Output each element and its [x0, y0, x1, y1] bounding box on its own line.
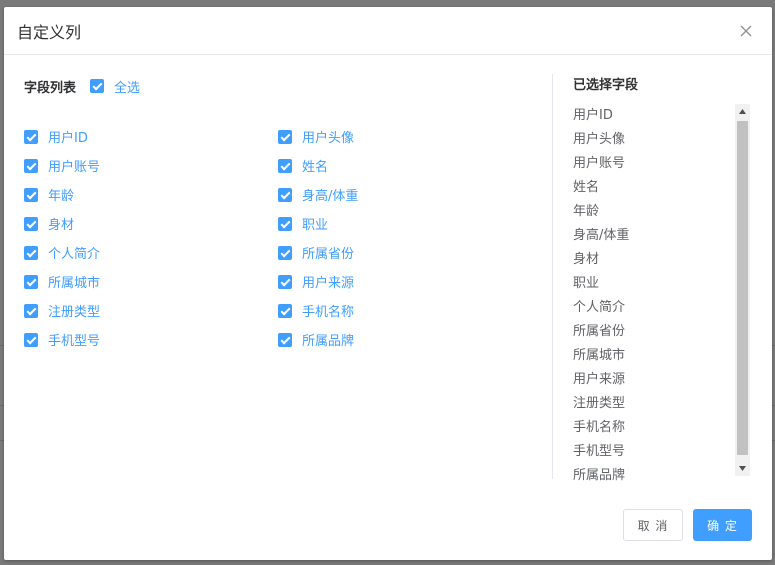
selected-field-item: 用户ID	[573, 108, 613, 123]
field-label: 用户来源	[302, 276, 355, 291]
field-checkbox[interactable]: 注册类型	[24, 296, 264, 325]
scroll-up-icon[interactable]	[735, 104, 750, 119]
select-all-checkbox[interactable]: 全选	[90, 77, 140, 96]
selected-field-item: 用户账号	[573, 156, 626, 171]
field-checkbox[interactable]: 所属省份	[278, 238, 518, 267]
field-checkbox[interactable]: 用户来源	[278, 267, 518, 296]
field-label: 手机名称	[302, 305, 355, 320]
checkbox-checked-icon	[278, 332, 292, 347]
field-checkbox[interactable]: 所属城市	[24, 267, 264, 296]
checkbox-checked-icon	[24, 129, 38, 144]
selected-list-scrollbar[interactable]	[735, 104, 750, 476]
dialog-title: 自定义列	[17, 23, 82, 42]
field-checkbox[interactable]: 所属品牌	[278, 325, 518, 354]
field-checkbox[interactable]: 姓名	[278, 151, 518, 180]
checkbox-checked-icon	[24, 216, 38, 231]
field-label: 姓名	[302, 160, 329, 175]
field-checkbox[interactable]: 手机型号	[24, 325, 264, 354]
selected-field-item: 用户来源	[573, 372, 626, 387]
selected-field-item: 年龄	[573, 204, 600, 219]
selected-field-item: 身高/体重	[573, 228, 630, 243]
checkbox-checked-icon	[90, 79, 105, 93]
field-label: 年龄	[48, 189, 75, 204]
checkbox-checked-icon	[24, 245, 38, 260]
checkbox-checked-icon	[278, 158, 292, 173]
field-list-title: 字段列表	[24, 80, 77, 96]
selected-field-item: 所属城市	[573, 348, 626, 363]
field-label: 个人简介	[48, 247, 101, 262]
selected-field-item: 注册类型	[573, 396, 626, 411]
field-label: 用户头像	[302, 131, 355, 146]
checkbox-checked-icon	[278, 274, 292, 289]
field-label: 身材	[48, 218, 75, 233]
cancel-button[interactable]: 取 消	[623, 509, 683, 541]
selected-field-item: 职业	[573, 276, 600, 291]
field-label: 所属省份	[302, 247, 355, 262]
selected-field-item: 姓名	[573, 180, 600, 195]
field-list-header: 字段列表 全选	[24, 76, 140, 96]
confirm-button[interactable]: 确 定	[693, 509, 752, 541]
field-label: 职业	[302, 218, 329, 233]
field-checkbox[interactable]: 用户ID	[24, 122, 264, 151]
field-checkbox[interactable]: 用户头像	[278, 122, 518, 151]
selected-fields-list: 用户ID 用户头像 用户账号 姓名 年龄 身高/体重 身材 职业 个人简介 所属…	[573, 104, 723, 484]
dialog-header: 自定义列	[4, 7, 772, 55]
selected-field-item: 身材	[573, 252, 600, 267]
checkbox-checked-icon	[278, 129, 292, 144]
field-checkbox[interactable]: 个人简介	[24, 238, 264, 267]
field-column-left: 用户ID 用户账号 年龄 身材 个人简介 所属城市 注册类型 手机型号	[24, 122, 264, 354]
field-label: 用户ID	[48, 131, 88, 146]
field-label: 手机型号	[48, 334, 101, 349]
checkbox-checked-icon	[24, 303, 38, 318]
field-checkbox[interactable]: 身材	[24, 209, 264, 238]
field-checkbox[interactable]: 年龄	[24, 180, 264, 209]
checkbox-checked-icon	[24, 187, 38, 202]
field-checkbox[interactable]: 手机名称	[278, 296, 518, 325]
selected-field-item: 所属品牌	[573, 468, 626, 483]
checkbox-checked-icon	[24, 274, 38, 289]
checkbox-checked-icon	[278, 216, 292, 231]
field-label: 所属城市	[48, 276, 101, 291]
field-column-right: 用户头像 姓名 身高/体重 职业 所属省份 用户来源 手机名称 所属品牌	[278, 122, 518, 354]
scroll-down-icon[interactable]	[735, 461, 750, 476]
checkbox-checked-icon	[278, 187, 292, 202]
selected-fields-panel: 已选择字段 用户ID 用户头像 用户账号 姓名 年龄 身高/体重 身材 职业 个…	[573, 76, 753, 484]
checkbox-checked-icon	[24, 332, 38, 347]
checkbox-checked-icon	[278, 303, 292, 318]
field-label: 所属品牌	[302, 334, 355, 349]
checkbox-checked-icon	[278, 245, 292, 260]
field-label: 身高/体重	[302, 189, 359, 204]
selected-field-item: 手机名称	[573, 420, 626, 435]
selected-field-item: 所属省份	[573, 324, 626, 339]
field-checkbox[interactable]: 身高/体重	[278, 180, 518, 209]
select-all-label: 全选	[114, 80, 141, 96]
selected-field-item: 用户头像	[573, 132, 626, 147]
field-checkbox[interactable]: 职业	[278, 209, 518, 238]
field-label: 用户账号	[48, 160, 101, 175]
close-icon[interactable]	[738, 23, 754, 39]
selected-fields-title: 已选择字段	[573, 78, 639, 93]
field-checkbox[interactable]: 用户账号	[24, 151, 264, 180]
checkbox-checked-icon	[24, 158, 38, 173]
selected-field-item: 个人简介	[573, 300, 626, 315]
selected-field-item: 手机型号	[573, 444, 626, 459]
field-label: 注册类型	[48, 305, 101, 320]
scrollbar-thumb[interactable]	[737, 121, 748, 455]
field-list-panel: 字段列表 全选 用户ID 用户账号 年龄 身材 个人简介 所属城市 注册类型 手…	[24, 76, 544, 366]
panel-divider	[552, 74, 553, 479]
customize-columns-dialog: 自定义列 字段列表 全选 用户ID 用户账号 年龄 身材 个人简介 所属城市 注…	[4, 7, 772, 560]
